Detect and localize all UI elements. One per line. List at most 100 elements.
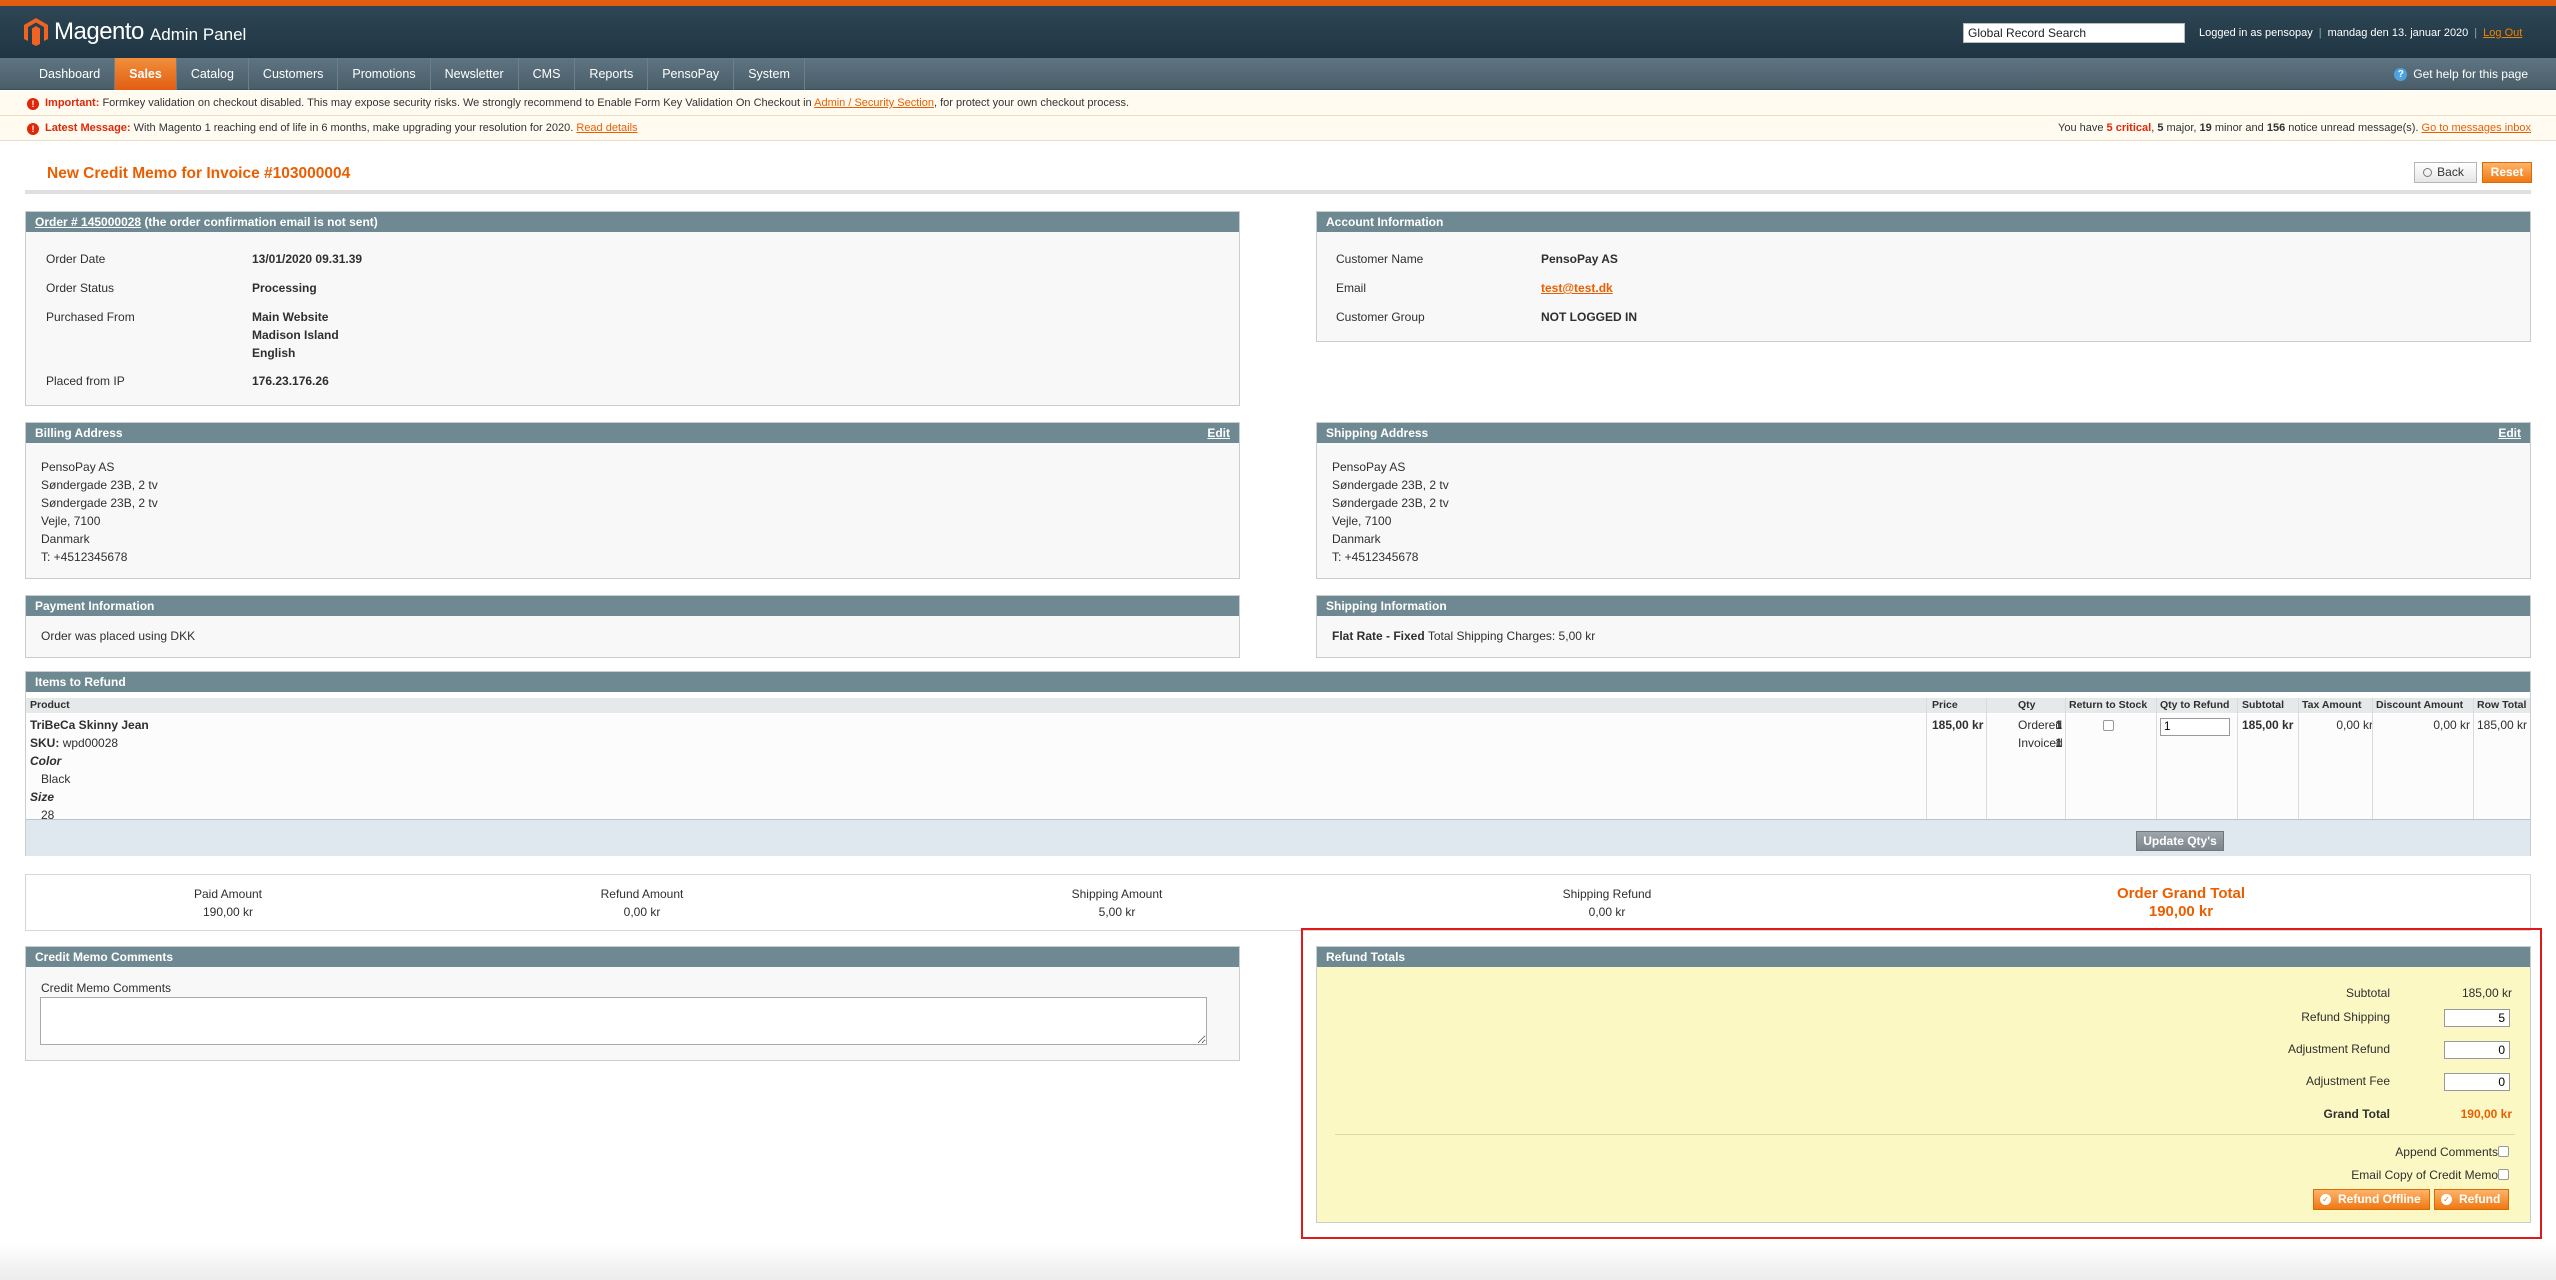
- col-qty: Qty: [2018, 699, 2036, 711]
- page-bottom: [0, 1243, 2556, 1280]
- nav-item-pensopay[interactable]: PensoPay: [648, 58, 735, 90]
- refund-amount: Refund Amount 0,00 kr: [542, 885, 742, 921]
- order-status-value: Processing: [252, 281, 317, 295]
- purchased-from-label: Purchased From: [46, 310, 135, 324]
- comments-label: Credit Memo Comments: [41, 981, 172, 995]
- billing-line: Søndergade 23B, 2 tv: [41, 478, 158, 492]
- shipping-refund-label: Shipping Refund: [1562, 887, 1652, 901]
- option-color-value: Black: [41, 772, 71, 786]
- shipping-line: Søndergade 23B, 2 tv: [1332, 478, 1449, 492]
- col-divider: [2473, 698, 2474, 819]
- option-color-label: Color: [30, 754, 62, 768]
- error-icon: !: [27, 123, 39, 135]
- product-sku: SKU: wpd00028: [30, 736, 118, 750]
- email-link[interactable]: test@test.dk: [1541, 281, 1613, 295]
- purchased-from-website: Main Website: [252, 310, 329, 324]
- billing-title: Billing Address: [35, 426, 123, 440]
- nav-item-dashboard[interactable]: Dashboard: [25, 58, 116, 90]
- paid-amount-label: Paid Amount: [193, 887, 263, 901]
- read-details-link[interactable]: Read details: [576, 122, 637, 134]
- important-message: ! Important: Formkey validation on check…: [0, 91, 2556, 116]
- back-label: Back: [2437, 165, 2464, 179]
- shipping-address-lines: PensoPay AS Søndergade 23B, 2 tv Sønderg…: [1332, 458, 1449, 566]
- col-divider: [2065, 698, 2066, 819]
- header-user-info: Logged in as pensopay | mandag den 13. jan…: [2199, 27, 2523, 39]
- messages-inbox-link[interactable]: Go to messages inbox: [2422, 122, 2531, 134]
- billing-line: Søndergade 23B, 2 tv: [41, 496, 158, 510]
- update-qty-button[interactable]: Update Qty's: [2136, 831, 2224, 851]
- back-button[interactable]: Back: [2414, 162, 2477, 183]
- qty-to-refund-input[interactable]: [2160, 718, 2230, 736]
- admin-security-link[interactable]: Admin / Security Section: [814, 97, 934, 109]
- shipping-info-header: Shipping Information: [1317, 596, 2530, 616]
- col-price: Price: [1932, 699, 1958, 711]
- return-to-stock-checkbox[interactable]: [2103, 720, 2114, 731]
- page-title: New Credit Memo for Invoice #103000004: [47, 165, 351, 182]
- customer-name-label: Customer Name: [1336, 252, 1424, 266]
- shipping-line: Danmark: [1332, 532, 1381, 546]
- sku-label: SKU:: [30, 736, 60, 750]
- reset-button[interactable]: Reset: [2482, 162, 2532, 183]
- billing-edit-link[interactable]: Edit: [1207, 423, 1230, 443]
- order-number-link[interactable]: Order # 145000028: [35, 215, 141, 229]
- item-price: 185,00 kr: [1932, 718, 1984, 732]
- inbox-critical: 5 critical: [2106, 122, 2152, 134]
- shipping-title: Shipping Address: [1326, 426, 1429, 440]
- inbox-minor: 19: [2199, 122, 2212, 134]
- error-icon: !: [27, 98, 39, 110]
- inbox-minor-label: minor and: [2214, 122, 2264, 134]
- placed-from-ip-value: 176.23.176.26: [252, 374, 329, 388]
- customer-name-value: PensoPay AS: [1541, 252, 1618, 266]
- shipping-line: Vejle, 7100: [1332, 514, 1392, 528]
- item-discount: 0,00 kr: [2433, 718, 2470, 732]
- credit-memo-comment-textarea[interactable]: [40, 997, 1207, 1045]
- shipping-method: Flat Rate - Fixed Total Shipping Charges…: [1332, 629, 1595, 643]
- col-divider: [2372, 698, 2373, 819]
- nav-item-promotions[interactable]: Promotions: [338, 58, 431, 90]
- latest-text: With Magento 1 reaching end of life in 6…: [133, 122, 574, 134]
- payment-info-box: Payment Information Order was placed usi…: [25, 595, 1240, 658]
- qty-invoiced-value: 1: [2055, 736, 2062, 750]
- items-header: Items to Refund: [26, 672, 2530, 692]
- shipping-refund-value: 0,00 kr: [1588, 905, 1626, 919]
- inbox-prefix: You have: [2058, 122, 2104, 134]
- nav-item-newsletter[interactable]: Newsletter: [431, 58, 519, 90]
- item-subtotal: 185,00 kr: [2242, 718, 2294, 732]
- col-product: Product: [30, 699, 70, 711]
- latest-label: Latest Message:: [45, 122, 131, 134]
- col-divider: [2237, 698, 2238, 819]
- magento-logo[interactable]: Magento Admin Panel: [24, 18, 246, 46]
- global-search-input[interactable]: [1963, 23, 2185, 43]
- shipping-refund: Shipping Refund 0,00 kr: [1507, 885, 1707, 921]
- nav-item-cms[interactable]: CMS: [519, 58, 576, 90]
- nav-item-catalog[interactable]: Catalog: [177, 58, 249, 90]
- shipping-charges: Total Shipping Charges: 5,00 kr: [1427, 629, 1596, 643]
- inbox-notice: 156: [2266, 122, 2286, 134]
- nav-item-reports[interactable]: Reports: [575, 58, 649, 90]
- col-subtotal: Subtotal: [2242, 699, 2284, 711]
- billing-address-box: Billing Address Edit PensoPay AS Sønderga…: [25, 422, 1240, 579]
- placed-from-ip-label: Placed from IP: [46, 374, 125, 388]
- title-divider: [25, 190, 2531, 194]
- payment-info-header: Payment Information: [26, 596, 1239, 616]
- billing-line: PensoPay AS: [41, 460, 115, 474]
- highlight-frame: [1301, 928, 2542, 1239]
- shipping-line: PensoPay AS: [1332, 460, 1406, 474]
- nav-item-system[interactable]: System: [734, 58, 805, 90]
- billing-line: Vejle, 7100: [41, 514, 101, 528]
- order-info-box: Order # 145000028 (the order confirmatio…: [25, 211, 1240, 406]
- nav-item-sales[interactable]: Sales: [115, 58, 177, 90]
- main-nav: Dashboard Sales Catalog Customers Promot…: [0, 58, 2556, 90]
- purchased-from-view: English: [252, 346, 296, 360]
- important-label: Important:: [45, 97, 100, 109]
- order-grand-total-value: 190,00 kr: [2148, 903, 2214, 920]
- help-link[interactable]: ? Get help for this page: [2394, 67, 2528, 81]
- col-discount-amount: Discount Amount: [2376, 699, 2464, 711]
- paid-amount-value: 190,00 kr: [202, 905, 254, 919]
- col-divider: [2156, 698, 2157, 819]
- nav-item-customers[interactable]: Customers: [249, 58, 339, 90]
- item-tax: 0,00 kr: [2336, 718, 2373, 732]
- shipping-amount-value: 5,00 kr: [1098, 905, 1136, 919]
- shipping-edit-link[interactable]: Edit: [2498, 423, 2521, 443]
- logout-link[interactable]: Log Out: [2483, 27, 2522, 39]
